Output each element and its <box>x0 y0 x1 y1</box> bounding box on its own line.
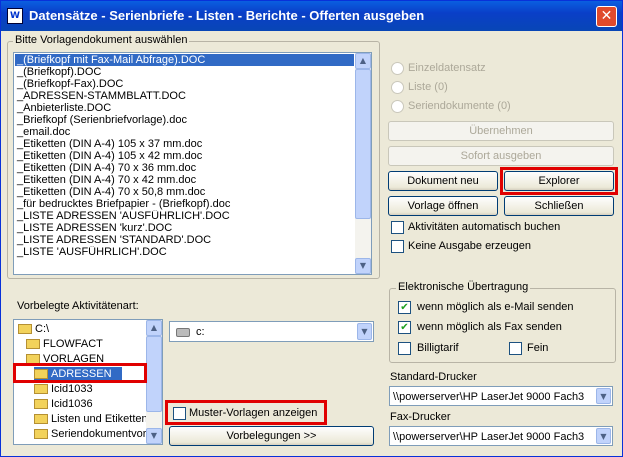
show-templates-highlight <box>165 400 327 425</box>
tree-scroll-up-icon[interactable]: ▲ <box>146 320 162 336</box>
tree-item-label: FLOWFACT <box>43 338 103 350</box>
fax-printer-label: Fax-Drucker <box>390 411 451 423</box>
radio-serial-label: Seriendokumente (0) <box>408 100 511 112</box>
standard-printer-dropdown-icon[interactable]: ▼ <box>596 388 611 404</box>
fax-printer-value: \\powerserver\HP LaserJet 9000 Fach3 <box>393 431 585 443</box>
title-bar[interactable]: W Datensätze - Serienbriefe - Listen - B… <box>1 1 622 31</box>
standard-printer-label: Standard-Drucker <box>390 371 477 383</box>
tree-scroll-thumb[interactable] <box>146 336 162 412</box>
template-list-item[interactable]: _(Briefkopf).DOC <box>15 66 354 78</box>
template-list-item[interactable]: _email.doc <box>15 126 354 138</box>
scroll-down-icon[interactable]: ▼ <box>355 258 371 274</box>
preset-label: Vorbelegte Aktivitätenart: <box>17 300 139 312</box>
template-list-item[interactable]: _(Briefkopf-Fax).DOC <box>15 78 354 90</box>
folder-icon <box>18 324 32 335</box>
tree-item-label: Icid1033 <box>51 383 93 395</box>
tree-item-label: Seriendokumentvorla <box>51 428 155 440</box>
tree-scroll-down-icon[interactable]: ▼ <box>146 428 162 444</box>
close-button[interactable]: Schließen <box>504 196 614 216</box>
fine-label: Fein <box>527 342 549 354</box>
tree-item-label: C:\ <box>35 323 50 335</box>
apply-button[interactable]: Übernehmen <box>388 121 614 141</box>
template-list-item[interactable]: _Etiketten (DIN A-4) 70 x 36 mm.doc <box>15 162 354 174</box>
email-label: wenn möglich als e-Mail senden <box>417 301 574 313</box>
template-list-item[interactable]: _Anbieterliste.DOC <box>15 102 354 114</box>
folder-icon <box>34 429 48 440</box>
template-list-item[interactable]: _Etiketten (DIN A-4) 70 x 50,8 mm.doc <box>15 186 354 198</box>
drive-value: c: <box>196 326 205 338</box>
drive-icon <box>176 327 190 337</box>
template-list-item[interactable]: _Etiketten (DIN A-4) 105 x 37 mm.doc <box>15 138 354 150</box>
radio-list[interactable] <box>391 81 404 94</box>
tree-item[interactable]: C:\ <box>18 322 49 337</box>
folder-icon <box>34 384 48 395</box>
tree-item[interactable]: FLOWFACT <box>26 337 103 352</box>
radio-serial[interactable] <box>391 100 404 113</box>
close-window-button[interactable]: ✕ <box>596 6 617 27</box>
tree-scrollbar[interactable]: ▲ ▼ <box>146 320 162 444</box>
email-checkbox[interactable]: ✔ <box>398 301 411 314</box>
folder-icon <box>34 414 48 425</box>
electronic-group-label: Elektronische Übertragung <box>396 281 531 293</box>
auto-book-label: Aktivitäten automatisch buchen <box>408 221 561 233</box>
fax-checkbox[interactable]: ✔ <box>398 321 411 334</box>
tree-item[interactable]: Icid1033 <box>34 382 93 397</box>
radio-single[interactable] <box>391 62 404 75</box>
template-list-item[interactable]: _(Briefkopf mit Fax-Mail Abfrage).DOC <box>15 54 354 66</box>
open-template-button[interactable]: Vorlage öffnen <box>388 196 498 216</box>
radio-single-label: Einzeldatensatz <box>408 62 486 74</box>
tree-item-label: Listen und Etiketten <box>51 413 148 425</box>
auto-book-checkbox[interactable] <box>391 221 404 234</box>
cheap-rate-label: Billigtarif <box>417 342 459 354</box>
template-group-label: Bitte Vorlagendokument auswählen <box>13 34 190 46</box>
folder-icon <box>34 399 48 410</box>
standard-printer-select[interactable]: \\powerserver\HP LaserJet 9000 Fach3 ▼ <box>389 386 613 406</box>
template-list-item[interactable]: _LISTE 'AUSFÜHRLICH'.DOC <box>15 246 354 258</box>
drive-value-wrap: c: <box>176 326 205 338</box>
new-document-button[interactable]: Dokument neu <box>388 171 498 191</box>
template-scrollbar[interactable]: ▲ ▼ <box>355 53 371 274</box>
template-list-item[interactable]: _LISTE ADRESSEN 'STANDARD'.DOC <box>15 234 354 246</box>
fine-checkbox[interactable] <box>509 342 522 355</box>
presets-button[interactable]: Vorbelegungen >> <box>169 426 374 446</box>
radio-list-label: Liste (0) <box>408 81 448 93</box>
app-icon: W <box>7 8 23 24</box>
template-list: _(Briefkopf mit Fax-Mail Abfrage).DOC _(B… <box>15 54 354 258</box>
tree-item[interactable]: Seriendokumentvorla <box>34 427 155 442</box>
template-list-item[interactable]: _ADRESSEN-STAMMBLATT.DOC <box>15 90 354 102</box>
fax-printer-dropdown-icon[interactable]: ▼ <box>596 428 611 444</box>
template-list-item[interactable]: _LISTE ADRESSEN 'kurz'.DOC <box>15 222 354 234</box>
folder-open-icon <box>26 339 40 350</box>
template-list-item[interactable]: _Etiketten (DIN A-4) 105 x 42 mm.doc <box>15 150 354 162</box>
print-now-button[interactable]: Sofort ausgeben <box>388 146 614 166</box>
template-list-item[interactable]: _Briefkopf (Serienbriefvorlage).doc <box>15 114 354 126</box>
no-output-checkbox[interactable] <box>391 240 404 253</box>
dialog-window: W Datensätze - Serienbriefe - Listen - B… <box>0 0 623 457</box>
tree-item[interactable]: Listen und Etiketten <box>34 412 148 427</box>
drive-dropdown-icon[interactable]: ▼ <box>357 323 372 340</box>
cheap-rate-checkbox[interactable] <box>398 342 411 355</box>
window-title: Datensätze - Serienbriefe - Listen - Ber… <box>29 8 425 23</box>
scroll-thumb[interactable] <box>355 69 371 219</box>
fax-printer-select[interactable]: \\powerserver\HP LaserJet 9000 Fach3 ▼ <box>389 426 613 446</box>
no-output-label: Keine Ausgabe erzeugen <box>408 240 531 252</box>
template-list-item[interactable]: _für bedrucktes Briefpapier - (Briefkopf… <box>15 198 354 210</box>
drive-select[interactable]: c: ▼ <box>169 321 374 342</box>
fax-label: wenn möglich als Fax senden <box>417 321 562 333</box>
adressen-highlight <box>13 363 147 383</box>
scroll-up-icon[interactable]: ▲ <box>355 53 371 69</box>
tree-item-label: Icid1036 <box>51 398 93 410</box>
tree-item[interactable]: Icid1036 <box>34 397 93 412</box>
template-list-item[interactable]: _Etiketten (DIN A-4) 70 x 42 mm.doc <box>15 174 354 186</box>
template-listbox[interactable]: _(Briefkopf mit Fax-Mail Abfrage).DOC _(B… <box>13 52 372 275</box>
explorer-highlight <box>500 167 618 195</box>
standard-printer-value: \\powerserver\HP LaserJet 9000 Fach3 <box>393 391 585 403</box>
template-list-item[interactable]: _LISTE ADRESSEN 'AUSFÜHRLICH'.DOC <box>15 210 354 222</box>
